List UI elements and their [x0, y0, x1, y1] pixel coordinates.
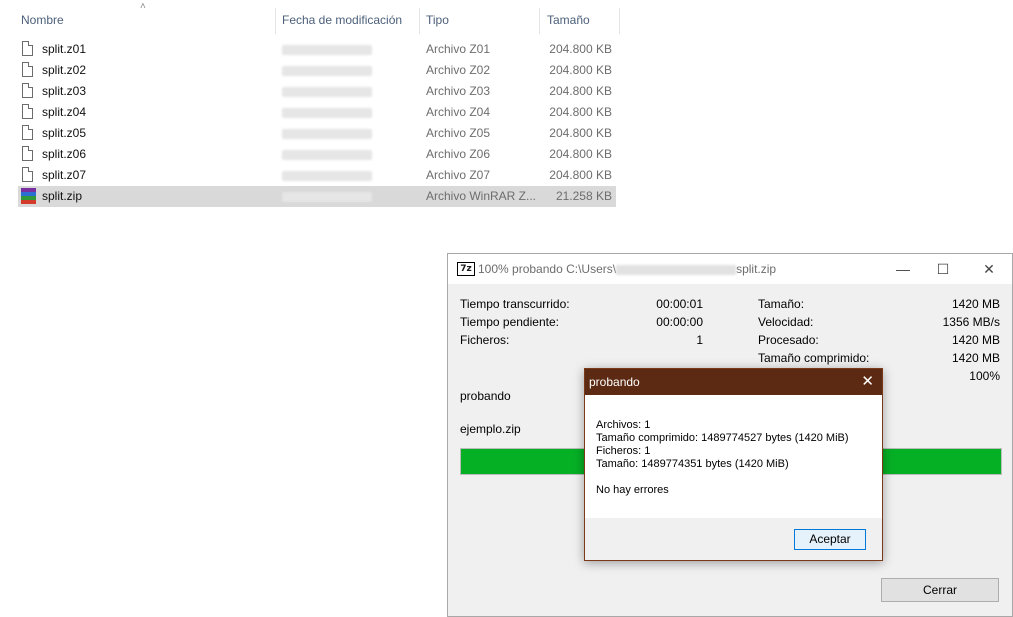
file-date-redacted [282, 192, 372, 202]
file-icon [22, 146, 33, 161]
file-icon [22, 125, 33, 140]
files-value: 1 [696, 333, 703, 347]
file-explorer: ˄ Nombre Fecha de modificación Tipo Tama… [0, 0, 1013, 250]
ratio-value: 100% [969, 369, 1000, 383]
file-size: 204.800 KB [549, 84, 612, 98]
column-divider[interactable] [419, 8, 420, 34]
file-type: Archivo Z06 [426, 147, 491, 161]
remaining-time-label: Tiempo pendiente: [460, 315, 559, 329]
dialog-title: probando [589, 375, 640, 389]
file-size: 204.800 KB [549, 42, 612, 56]
file-date-redacted [282, 45, 372, 55]
file-size: 204.800 KB [549, 126, 612, 140]
compressed-size-value: 1420 MB [951, 351, 1000, 365]
window-titlebar[interactable]: 7z 100% probando C:\Users\ split.zip — ☐ … [448, 254, 1012, 284]
dialog-result-message: No hay errores [596, 484, 669, 496]
sevenzip-logo-icon: 7z [457, 262, 475, 276]
file-icon [22, 41, 33, 56]
ok-button[interactable]: Aceptar [794, 529, 866, 550]
file-date-redacted [282, 66, 372, 76]
test-result-dialog: probando ✕ Archivos: 1 Tamaño comprimido… [584, 368, 883, 561]
file-type: Archivo Z01 [426, 42, 491, 56]
remaining-time-value: 00:00:00 [656, 315, 703, 329]
winrar-archive-icon [21, 188, 36, 204]
elapsed-time-value: 00:00:01 [656, 297, 703, 311]
dialog-files-line: Ficheros: 1 [596, 445, 651, 457]
file-date-redacted [282, 129, 372, 139]
file-date-redacted [282, 171, 372, 181]
file-date-redacted [282, 108, 372, 118]
file-icon [22, 62, 33, 77]
file-row[interactable]: split.z05 Archivo Z05 204.800 KB [18, 123, 616, 144]
dialog-compressed-size-line: Tamaño comprimido: 1489774527 bytes (142… [596, 432, 849, 444]
column-divider[interactable] [539, 8, 540, 34]
operation-label: probando [460, 389, 511, 403]
file-icon [22, 104, 33, 119]
file-row[interactable]: split.z04 Archivo Z04 204.800 KB [18, 102, 616, 123]
dialog-body: Archivos: 1 Tamaño comprimido: 148977452… [585, 395, 882, 518]
file-icon [22, 83, 33, 98]
minimize-icon[interactable]: — [891, 258, 915, 280]
file-date-redacted [282, 150, 372, 160]
file-row[interactable]: split.z07 Archivo Z07 204.800 KB [18, 165, 616, 186]
size-label: Tamaño: [758, 297, 805, 311]
redacted-path [616, 264, 737, 275]
file-type: Archivo Z03 [426, 84, 491, 98]
sort-ascending-icon: ˄ [140, 1, 146, 12]
file-name: split.z03 [42, 84, 87, 98]
file-name: split.z06 [42, 147, 87, 161]
file-size: 204.800 KB [549, 63, 612, 77]
column-divider[interactable] [275, 8, 276, 34]
column-header-type[interactable]: Tipo [426, 8, 449, 32]
dialog-titlebar[interactable]: probando ✕ [585, 369, 882, 395]
speed-label: Velocidad: [758, 315, 814, 329]
file-type: Archivo Z02 [426, 63, 491, 77]
dialog-close-icon[interactable]: ✕ [861, 372, 874, 390]
file-name: split.z07 [42, 168, 87, 182]
file-size: 21.258 KB [555, 189, 612, 203]
file-row[interactable]: split.z03 Archivo Z03 204.800 KB [18, 81, 616, 102]
file-name: split.zip [42, 189, 83, 203]
file-icon [22, 167, 33, 182]
file-date-redacted [282, 87, 372, 97]
column-header-date[interactable]: Fecha de modificación [282, 8, 402, 32]
file-size: 204.800 KB [549, 147, 612, 161]
processed-label: Procesado: [758, 333, 819, 347]
elapsed-time-label: Tiempo transcurrido: [460, 297, 570, 311]
column-divider[interactable] [619, 8, 620, 34]
file-size: 204.800 KB [549, 105, 612, 119]
file-row[interactable]: split.z01 Archivo Z01 204.800 KB [18, 39, 616, 60]
compressed-size-label: Tamaño comprimido: [758, 351, 870, 365]
size-value: 1420 MB [951, 297, 1000, 311]
current-file-label: ejemplo.zip [460, 422, 521, 436]
file-type: Archivo WinRAR Z... [426, 189, 537, 203]
dialog-size-line: Tamaño: 1489774351 bytes (1420 MiB) [596, 458, 789, 470]
file-size: 204.800 KB [549, 168, 612, 182]
files-label: Ficheros: [460, 333, 510, 347]
maximize-icon[interactable]: ☐ [931, 258, 955, 280]
file-row[interactable]: split.zip Archivo WinRAR Z... 21.258 KB [18, 186, 616, 207]
file-row[interactable]: split.z06 Archivo Z06 204.800 KB [18, 144, 616, 165]
file-type: Archivo Z05 [426, 126, 491, 140]
speed-value: 1356 MB/s [942, 315, 1000, 329]
close-button[interactable]: Cerrar [881, 578, 999, 602]
file-name: split.z05 [42, 126, 87, 140]
file-type: Archivo Z07 [426, 168, 491, 182]
close-icon[interactable]: ✕ [977, 258, 1001, 280]
column-header-size[interactable]: Tamaño [547, 8, 590, 32]
file-name: split.z04 [42, 105, 87, 119]
file-row[interactable]: split.z02 Archivo Z02 204.800 KB [18, 60, 616, 81]
file-name: split.z02 [42, 63, 87, 77]
file-type: Archivo Z04 [426, 105, 491, 119]
processed-value: 1420 MB [951, 333, 1000, 347]
window-title: 100% probando C:\Users\ split.zip [478, 262, 777, 276]
column-header-name[interactable]: Nombre [21, 8, 64, 32]
dialog-archives-line: Archivos: 1 [596, 419, 651, 431]
file-name: split.z01 [42, 42, 87, 56]
